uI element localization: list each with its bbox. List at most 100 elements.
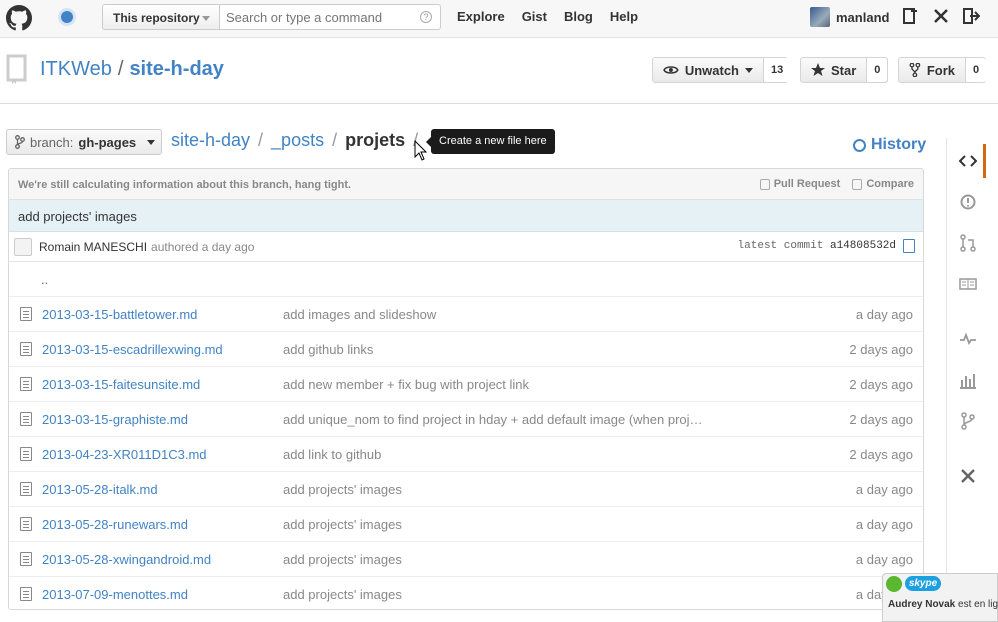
pull-request-icon: [759, 178, 770, 190]
file-name-link[interactable]: 2013-05-28-xwingandroid.md: [42, 552, 283, 567]
table-row: 2013-04-23-XR011D1C3.md add link to githu…: [9, 437, 923, 472]
graphs-icon[interactable]: [959, 371, 977, 389]
file-commit-message[interactable]: add new member + fix bug with project li…: [283, 377, 723, 392]
repo-owner-link[interactable]: ITKWeb: [40, 58, 112, 81]
nav-blog[interactable]: Blog: [564, 9, 593, 24]
table-row: 2013-07-09-menottes.md add projects' imag…: [9, 577, 923, 609]
table-row: 2013-05-28-xwingandroid.md add projects' …: [9, 542, 923, 577]
file-browser: We're still calculating information abou…: [8, 168, 924, 610]
search-scope-dropdown[interactable]: This repository: [102, 4, 220, 30]
breadcrumb-posts[interactable]: _posts: [271, 130, 324, 151]
file-name-link[interactable]: 2013-05-28-runewars.md: [42, 517, 283, 532]
stargazers-count[interactable]: 0: [866, 58, 888, 82]
file-name-link[interactable]: 2013-03-15-escadrillexwing.md: [42, 342, 283, 357]
wiki-icon[interactable]: [959, 275, 977, 293]
file-name-link[interactable]: 2013-03-15-faitesunsite.md: [42, 377, 283, 392]
table-row: 2013-03-15-escadrillexwing.md add github …: [9, 332, 923, 367]
file-icon: [20, 307, 32, 321]
file-commit-message[interactable]: add unique_nom to find project in hday +…: [283, 412, 723, 427]
table-row: 2013-03-15-battletower.md add images and …: [9, 297, 923, 332]
nav-help[interactable]: Help: [610, 9, 638, 24]
file-icon: [20, 377, 32, 391]
header-actions: [902, 6, 981, 26]
skype-contact-name: Audrey Novak: [888, 599, 956, 610]
file-commit-message[interactable]: add images and slideshow: [283, 307, 723, 322]
file-age: a day ago: [855, 306, 913, 322]
watchers-count[interactable]: 13: [763, 58, 791, 82]
file-commit-message[interactable]: add link to github: [283, 447, 723, 462]
pulse-icon[interactable]: [959, 330, 977, 348]
parent-directory-row[interactable]: ..: [9, 262, 923, 297]
code-icon[interactable]: [959, 152, 977, 170]
repo-book-icon: [6, 54, 27, 84]
commit-sha[interactable]: a14808532d: [830, 240, 896, 252]
file-name-link[interactable]: 2013-05-28-italk.md: [42, 482, 283, 497]
branch-status-message: We're still calculating information abou…: [18, 179, 352, 191]
branch-name: gh-pages: [78, 134, 137, 150]
repo-title: ITKWeb / site-h-day: [6, 54, 224, 84]
settings-tools-icon[interactable]: [932, 6, 950, 26]
history-link[interactable]: History: [853, 136, 926, 154]
network-icon[interactable]: [959, 412, 977, 430]
skype-status-text: est en lig: [958, 599, 998, 610]
compare-label: Compare: [866, 178, 914, 190]
forks-count[interactable]: 0: [965, 58, 987, 82]
file-age: 2 days ago: [849, 446, 913, 462]
file-name-link[interactable]: 2013-04-23-XR011D1C3.md: [42, 447, 283, 462]
nav-explore[interactable]: Explore: [457, 9, 505, 24]
file-commit-message[interactable]: add projects' images: [283, 482, 723, 497]
repo-sidebar: [946, 138, 998, 622]
avatar[interactable]: [810, 7, 830, 27]
main-nav: Explore Gist Blog Help: [457, 9, 638, 24]
create-new-icon[interactable]: [902, 6, 920, 26]
commit-author[interactable]: Romain MANESCHI: [39, 240, 147, 254]
notification-indicator-icon[interactable]: [61, 11, 73, 23]
search-box: ?: [219, 4, 441, 30]
branch-selector[interactable]: branch: gh-pages: [6, 129, 162, 155]
breadcrumb-root[interactable]: site-h-day: [171, 130, 250, 151]
file-icon: [20, 447, 32, 461]
star-button[interactable]: Star 0: [800, 57, 888, 83]
header-divider: [0, 103, 998, 104]
search-input[interactable]: [220, 5, 410, 29]
skype-notification[interactable]: skype Audrey Novak est en lig: [882, 573, 998, 622]
pull-request-button[interactable]: Pull Request: [759, 178, 841, 190]
avatar[interactable]: [14, 237, 32, 256]
file-commit-message[interactable]: add github links: [283, 342, 723, 357]
file-name-link[interactable]: 2013-03-15-graphiste.md: [42, 412, 283, 427]
file-icon: [20, 412, 32, 426]
file-age: 2 days ago: [849, 411, 913, 427]
pull-requests-icon[interactable]: [959, 234, 977, 252]
file-commit-message[interactable]: add projects' images: [283, 587, 723, 602]
latest-commit: latest commit a14808532d: [738, 240, 896, 252]
sign-out-icon[interactable]: [962, 6, 981, 26]
username[interactable]: manland: [836, 10, 889, 25]
compare-icon: [852, 178, 863, 190]
file-name-link[interactable]: 2013-07-09-menottes.md: [42, 587, 283, 602]
repo-name-link[interactable]: site-h-day: [129, 58, 223, 81]
table-row: 2013-05-28-italk.md add projects' images a…: [9, 472, 923, 507]
branch-prefix: branch:: [30, 134, 74, 150]
table-row: 2013-03-15-graphiste.md add unique_nom to…: [9, 402, 923, 437]
file-icon: [20, 587, 32, 601]
commit-message[interactable]: add projects' images: [9, 200, 923, 232]
parent-directory-link[interactable]: ..: [41, 272, 48, 287]
issues-icon[interactable]: [959, 193, 977, 211]
help-icon[interactable]: ?: [420, 11, 432, 23]
copy-sha-icon[interactable]: [903, 239, 915, 253]
latest-commit-label: latest commit: [737, 240, 824, 252]
file-commit-message[interactable]: add projects' images: [283, 552, 723, 567]
user-menu[interactable]: manland: [810, 7, 889, 27]
compare-button[interactable]: Compare: [852, 178, 914, 190]
unwatch-button[interactable]: Unwatch 13: [652, 57, 791, 83]
file-commit-message[interactable]: add projects' images: [283, 517, 723, 532]
nav-gist[interactable]: Gist: [522, 9, 547, 24]
star-label: Star: [831, 62, 857, 78]
file-name-link[interactable]: 2013-03-15-battletower.md: [42, 307, 283, 322]
fork-button[interactable]: Fork 0: [898, 57, 987, 83]
fork-label: Fork: [926, 62, 955, 78]
settings-icon[interactable]: [959, 467, 977, 485]
pull-request-label: Pull Request: [773, 178, 841, 190]
mouse-cursor-icon: [414, 140, 428, 161]
github-logo-icon[interactable]: [6, 5, 32, 31]
